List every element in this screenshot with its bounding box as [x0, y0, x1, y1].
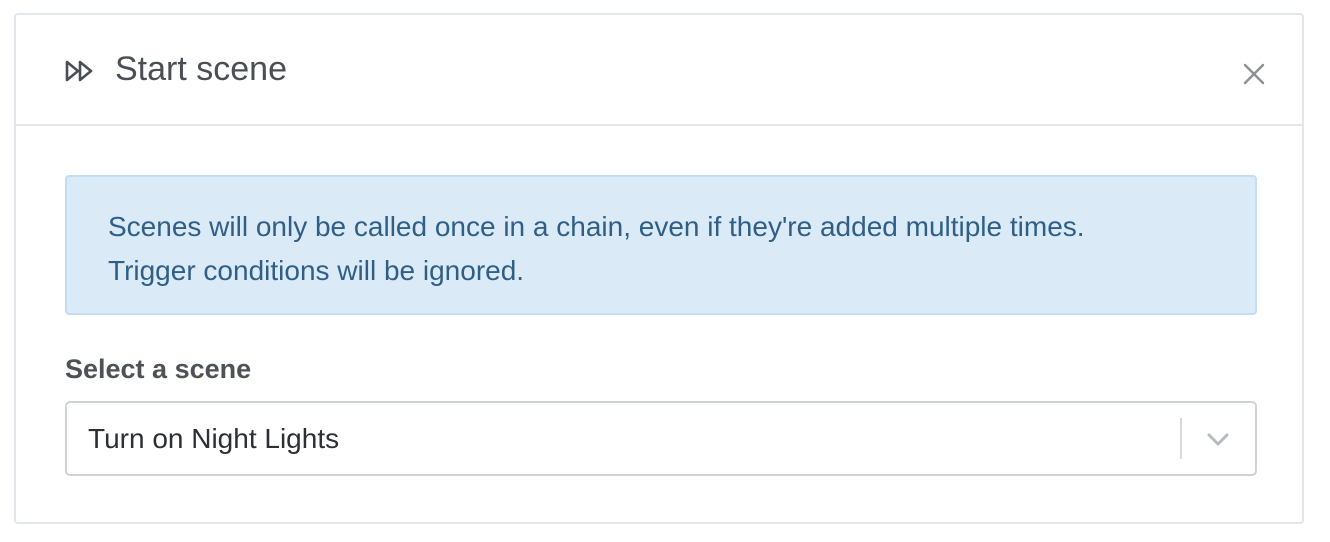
scene-select-value: Turn on Night Lights	[88, 423, 340, 454]
notice-line-2: Trigger conditions will be ignored.	[108, 255, 525, 286]
fast-forward-icon	[65, 58, 95, 84]
scene-select-label: Select a scene	[65, 354, 252, 384]
start-scene-dialog: Start scene Scenes will only be called o…	[14, 13, 1304, 524]
dialog-header: Start scene	[16, 15, 1302, 126]
notice-line-1: Scenes will only be called once in a cha…	[108, 211, 1085, 242]
dialog-title: Start scene	[115, 50, 287, 88]
info-notice: Scenes will only be called once in a cha…	[65, 175, 1257, 315]
scene-select[interactable]: Turn on Night Lights	[65, 401, 1257, 476]
chevron-down-icon[interactable]	[1205, 427, 1231, 451]
close-icon[interactable]	[1240, 60, 1268, 88]
select-divider	[1180, 418, 1182, 459]
